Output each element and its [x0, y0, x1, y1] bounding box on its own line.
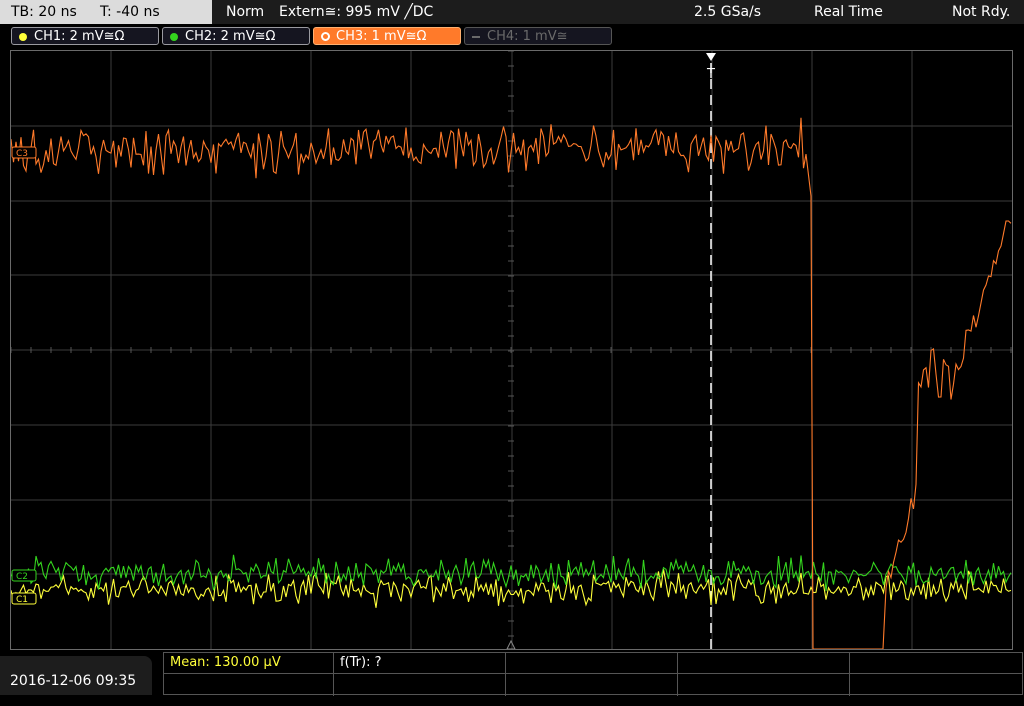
- bottom-bar: 2016-12-06 09:35 Mean: 130.00 µV f(Tr): …: [0, 652, 1024, 696]
- measurement-cell-6[interactable]: [334, 674, 506, 696]
- trigger-mode[interactable]: Norm: [226, 0, 264, 24]
- measurement-cell-mean[interactable]: Mean: 130.00 µV: [164, 653, 334, 673]
- measurement-row-2: [164, 673, 1022, 696]
- measurement-cell-5[interactable]: [164, 674, 334, 696]
- waveform-canvas: T C3 C2 C1: [11, 51, 1012, 649]
- ch3-marker-label: C3: [16, 149, 28, 159]
- datetime-box: 2016-12-06 09:35: [0, 656, 152, 695]
- ch1-marker-label: C1: [16, 595, 28, 605]
- mean-measurement: Mean: 130.00 µV: [170, 655, 281, 670]
- trigger-marker-icon: [706, 53, 716, 61]
- ch4-label: CH4: 1 mV≅: [487, 29, 568, 44]
- ch2-level-marker: C2: [11, 569, 37, 582]
- measurement-panel[interactable]: Mean: 130.00 µV f(Tr): ?: [163, 652, 1023, 696]
- freq-measurement: f(Tr): ?: [340, 655, 382, 670]
- trigger-time-label: T: -40 ns: [100, 4, 160, 20]
- ch1-level-marker: C1: [11, 592, 37, 605]
- waveform-display[interactable]: T C3 C2 C1: [10, 50, 1013, 650]
- measurement-cell-4[interactable]: [678, 653, 850, 673]
- measurement-cell-freq[interactable]: f(Tr): ?: [334, 653, 506, 673]
- ch1-indicator-icon: [19, 33, 27, 41]
- ch3-trace: [11, 117, 1012, 649]
- channel-tab-ch1[interactable]: CH1: 2 mV≅Ω: [11, 27, 159, 45]
- measurement-cell-8[interactable]: [678, 674, 850, 696]
- ch2-label: CH2: 2 mV≅Ω: [185, 29, 276, 44]
- measurement-cell-3[interactable]: [506, 653, 678, 673]
- channel-tab-ch4[interactable]: CH4: 1 mV≅: [464, 27, 612, 45]
- channel-tab-ch3[interactable]: CH3: 1 mV≅Ω: [313, 27, 461, 45]
- ch1-label: CH1: 2 mV≅Ω: [34, 29, 125, 44]
- channel-tab-ch2[interactable]: CH2: 2 mV≅Ω: [162, 27, 310, 45]
- channel-bar: CH1: 2 mV≅Ω CH2: 2 mV≅Ω CH3: 1 mV≅Ω CH4:…: [0, 24, 1024, 48]
- timebase-box[interactable]: TB: 20 ns T: -40 ns: [0, 0, 212, 24]
- trigger-source[interactable]: Extern≅: 995 mV ╱DC: [279, 0, 433, 24]
- trigger-status: Not Rdy.: [952, 4, 1011, 20]
- sample-rate: 2.5 GSa/s: [694, 4, 762, 20]
- top-status-bar: TB: 20 ns T: -40 ns Norm Extern≅: 995 mV…: [0, 0, 1024, 24]
- ch3-level-marker: C3: [11, 146, 37, 159]
- datetime-label: 2016-12-06 09:35: [10, 673, 137, 689]
- acquisition-mode[interactable]: Real Time: [814, 0, 883, 24]
- trigger-marker-label: T: [706, 67, 715, 82]
- timebase-label: TB: 20 ns: [11, 4, 77, 20]
- ch3-label: CH3: 1 mV≅Ω: [336, 29, 427, 44]
- measurement-cell-7[interactable]: [506, 674, 678, 696]
- horizontal-position-icon: [506, 639, 516, 649]
- ch3-indicator-icon: [321, 32, 330, 41]
- ch2-marker-label: C2: [16, 572, 28, 582]
- ch2-indicator-icon: [170, 33, 178, 41]
- ch4-off-icon: [472, 36, 480, 38]
- graticule-center-ticks: [11, 51, 1012, 637]
